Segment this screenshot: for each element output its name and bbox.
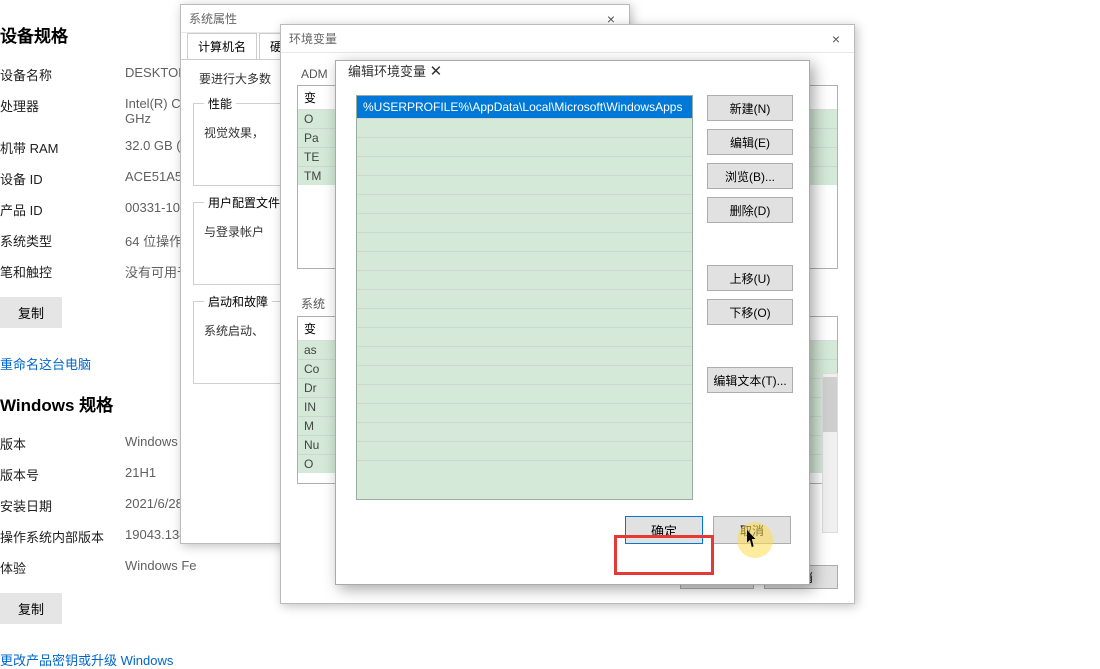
close-icon[interactable]: × — [826, 31, 846, 47]
startup-legend: 启动和故障 — [204, 293, 272, 310]
spec-value: Windows Fe — [125, 558, 197, 577]
ok-button[interactable]: 确定 — [625, 516, 703, 544]
spec-key: 产品 ID — [0, 200, 125, 219]
window-title: 系统属性 — [189, 10, 237, 27]
move-up-button[interactable]: 上移(U) — [707, 265, 793, 291]
copy-windows-spec-button[interactable]: 复制 — [0, 593, 62, 624]
cancel-button[interactable]: 取消 — [713, 516, 791, 544]
close-icon[interactable]: ✕ — [430, 63, 443, 80]
spec-key: 操作系统内部版本 — [0, 527, 125, 546]
window-title: 环境变量 — [289, 30, 337, 47]
window-titlebar: 环境变量 × — [281, 25, 854, 53]
side-button-column: 新建(N) 编辑(E) 浏览(B)... 删除(D) 上移(U) 下移(O) 编… — [707, 95, 793, 500]
user-profiles-legend: 用户配置文件 — [204, 194, 284, 211]
spec-key: 处理器 — [0, 96, 125, 126]
window-titlebar: 编辑环境变量 ✕ — [336, 61, 809, 95]
window-title: 编辑环境变量 — [348, 64, 426, 79]
edit-button[interactable]: 编辑(E) — [707, 129, 793, 155]
spec-key: 笔和触控 — [0, 262, 125, 281]
spec-key: 版本号 — [0, 465, 125, 484]
scrollbar[interactable] — [822, 373, 838, 533]
spec-key: 安装日期 — [0, 496, 125, 515]
performance-legend: 性能 — [204, 95, 236, 112]
move-down-button[interactable]: 下移(O) — [707, 299, 793, 325]
edit-env-var-dialog: 编辑环境变量 ✕ %USERPROFILE%\AppData\Local\Mic… — [335, 60, 810, 585]
path-entries-listbox[interactable]: %USERPROFILE%\AppData\Local\Microsoft\Wi… — [356, 95, 693, 500]
spec-key: 机带 RAM — [0, 138, 125, 157]
list-item-selected[interactable]: %USERPROFILE%\AppData\Local\Microsoft\Wi… — [357, 96, 692, 118]
new-button[interactable]: 新建(N) — [707, 95, 793, 121]
spec-value: 21H1 — [125, 465, 156, 484]
spec-key: 设备名称 — [0, 65, 125, 84]
copy-device-spec-button[interactable]: 复制 — [0, 297, 62, 328]
edit-text-button[interactable]: 编辑文本(T)... — [707, 367, 793, 393]
spec-value: 2021/6/28 — [125, 496, 183, 515]
spec-key: 设备 ID — [0, 169, 125, 188]
spec-key: 系统类型 — [0, 231, 125, 250]
spec-key: 体验 — [0, 558, 125, 577]
browse-button[interactable]: 浏览(B)... — [707, 163, 793, 189]
tab-computer-name[interactable]: 计算机名 — [187, 33, 257, 59]
rename-pc-link[interactable]: 重命名这台电脑 — [0, 354, 91, 373]
delete-button[interactable]: 删除(D) — [707, 197, 793, 223]
change-product-key-link[interactable]: 更改产品密钥或升级 Windows — [0, 650, 173, 669]
spec-key: 版本 — [0, 434, 125, 453]
